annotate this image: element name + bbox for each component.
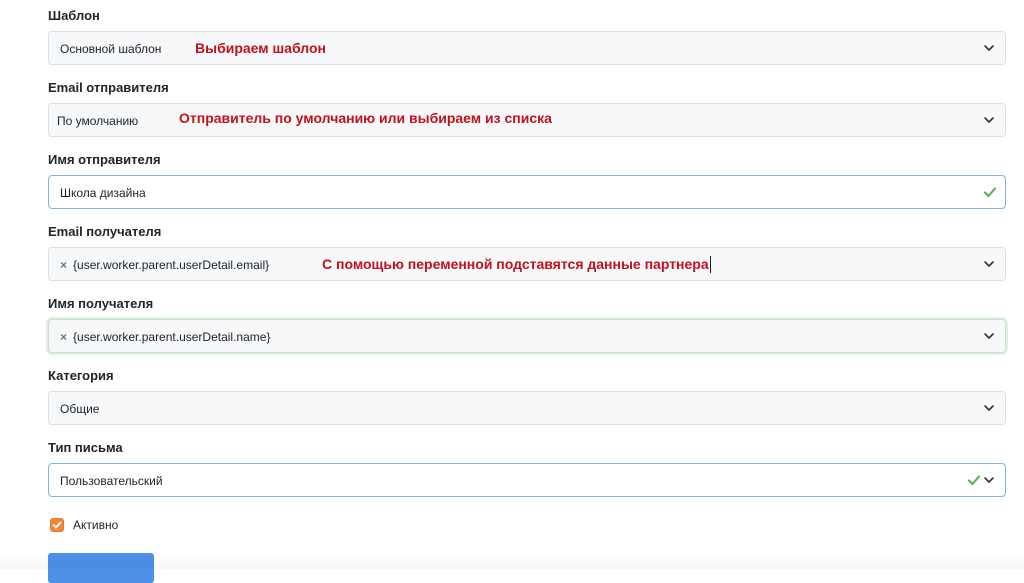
chevron-down-icon — [984, 477, 994, 483]
check-icon — [984, 187, 996, 197]
active-checkbox[interactable] — [50, 518, 64, 532]
template-label: Шаблон — [48, 8, 100, 23]
text-cursor — [709, 256, 711, 273]
recipient-email-tag-text: {user.worker.parent.userDetail.email} — [73, 258, 270, 272]
recipient-email-annotation: С помощью переменной подставятся данные … — [322, 256, 711, 273]
category-value: Общие — [60, 402, 100, 416]
bottom-shadow — [0, 554, 1024, 569]
remove-tag-icon[interactable]: × — [60, 258, 67, 272]
active-label: Активно — [73, 518, 119, 532]
recipient-name-tag: × {user.worker.parent.userDetail.name} — [60, 330, 270, 344]
recipient-email-tag: × {user.worker.parent.userDetail.email} — [60, 258, 269, 272]
template-select[interactable]: Основной шаблон — [48, 31, 1006, 65]
recipient-name-tag-text: {user.worker.parent.userDetail.name} — [73, 330, 271, 344]
letter-type-select[interactable]: Пользовательский — [48, 463, 1006, 497]
chevron-down-icon — [984, 405, 994, 411]
letter-type-value: Пользовательский — [60, 474, 163, 488]
category-select[interactable]: Общие — [48, 391, 1006, 425]
sender-email-value: По умолчанию — [57, 114, 139, 128]
recipient-name-select[interactable]: × {user.worker.parent.userDetail.name} — [48, 319, 1006, 353]
recipient-email-label: Email получателя — [48, 224, 162, 239]
chevron-down-icon — [984, 333, 994, 339]
template-value: Основной шаблон — [60, 42, 162, 56]
recipient-name-label: Имя получателя — [48, 296, 154, 311]
sender-name-label: Имя отправителя — [48, 152, 161, 167]
category-label: Категория — [48, 368, 114, 383]
check-icon — [968, 475, 980, 485]
chevron-down-icon — [984, 45, 994, 51]
recipient-email-annotation-text: С помощью переменной подставятся данные … — [322, 256, 709, 272]
template-annotation: Выбираем шаблон — [195, 40, 326, 56]
letter-type-label: Тип письма — [48, 440, 123, 455]
chevron-down-icon — [984, 117, 994, 123]
sender-email-label: Email отправителя — [48, 80, 169, 95]
sender-name-value: Школа дизайна — [60, 186, 146, 200]
checkmark-icon — [52, 521, 62, 529]
sender-name-input[interactable]: Школа дизайна — [48, 175, 1006, 209]
remove-tag-icon[interactable]: × — [60, 330, 67, 344]
chevron-down-icon — [984, 261, 994, 267]
sender-email-annotation: Отправитель по умолчанию или выбираем из… — [179, 110, 552, 126]
